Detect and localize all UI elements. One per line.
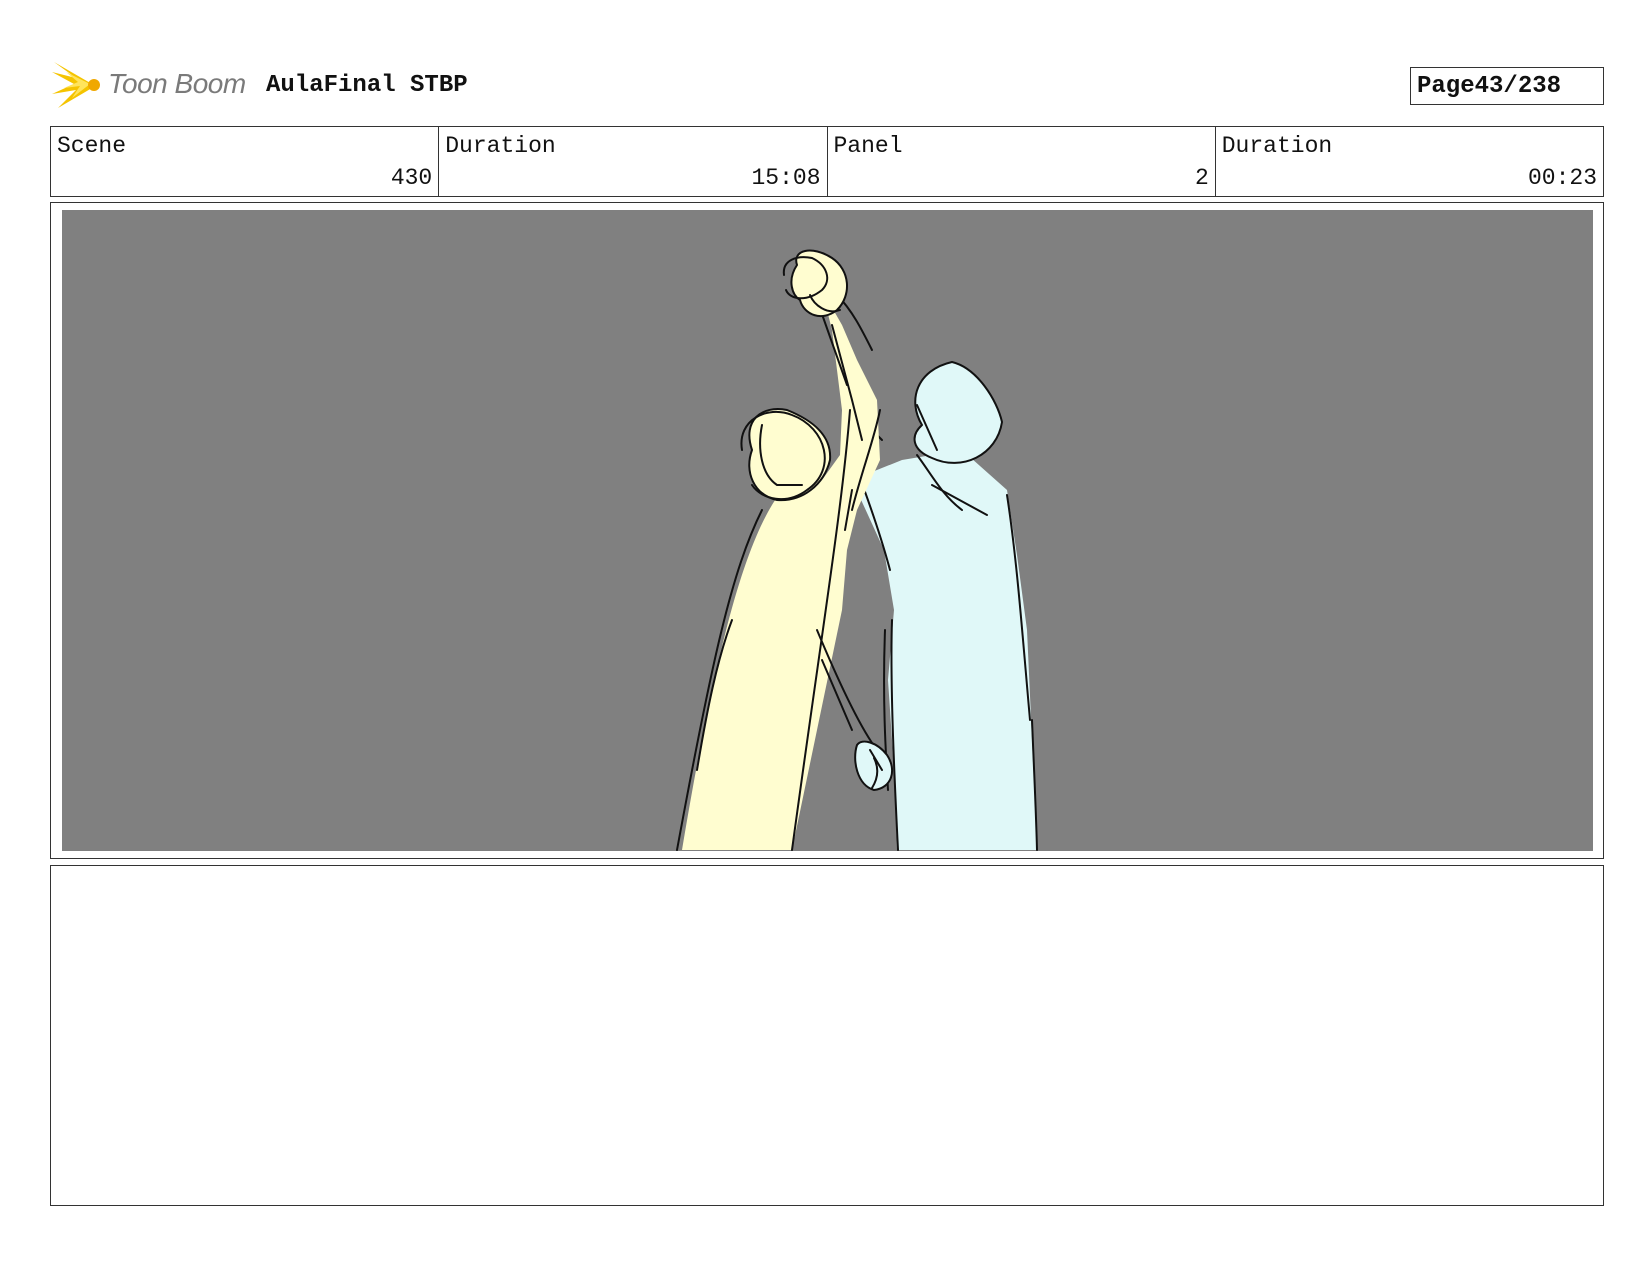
- panel-duration-cell: Duration 00:23: [1216, 127, 1603, 196]
- page-indicator: Page 43/238: [1410, 67, 1604, 105]
- panel-label: Panel: [833, 133, 903, 159]
- page-label: Page: [1417, 72, 1475, 100]
- panel-value: 2: [1194, 165, 1209, 191]
- logo-text: Toon Boom: [108, 68, 246, 99]
- panel-info-row: Scene 430 Duration 15:08 Panel 2 Duratio…: [50, 126, 1604, 197]
- project-title: AulaFinal STBP: [266, 72, 468, 99]
- scene-duration-label: Duration: [445, 133, 556, 159]
- scene-label: Scene: [57, 133, 127, 159]
- panel-duration-label: Duration: [1221, 133, 1333, 159]
- scene-duration-value: 15:08: [751, 165, 821, 191]
- left-figure-body: [682, 290, 880, 850]
- scene-value: 430: [390, 165, 433, 191]
- panel-sketch: [676, 249, 1038, 851]
- panel-duration-value: 00:23: [1527, 165, 1597, 191]
- scene-duration-cell: Duration 15:08: [439, 127, 828, 196]
- storyboard-panel-frame: [50, 202, 1604, 859]
- panel-cell: Panel 2: [828, 127, 1216, 196]
- scene-cell: Scene 430: [51, 127, 440, 196]
- storyboard-panel-image: [62, 210, 1593, 851]
- toon-boom-logo: Toon Boom: [52, 58, 246, 110]
- panel-notes-box: [50, 865, 1604, 1206]
- page-number: 43/238: [1474, 72, 1562, 100]
- right-figure-head: [913, 361, 1003, 464]
- logo-burst-icon: [52, 62, 100, 108]
